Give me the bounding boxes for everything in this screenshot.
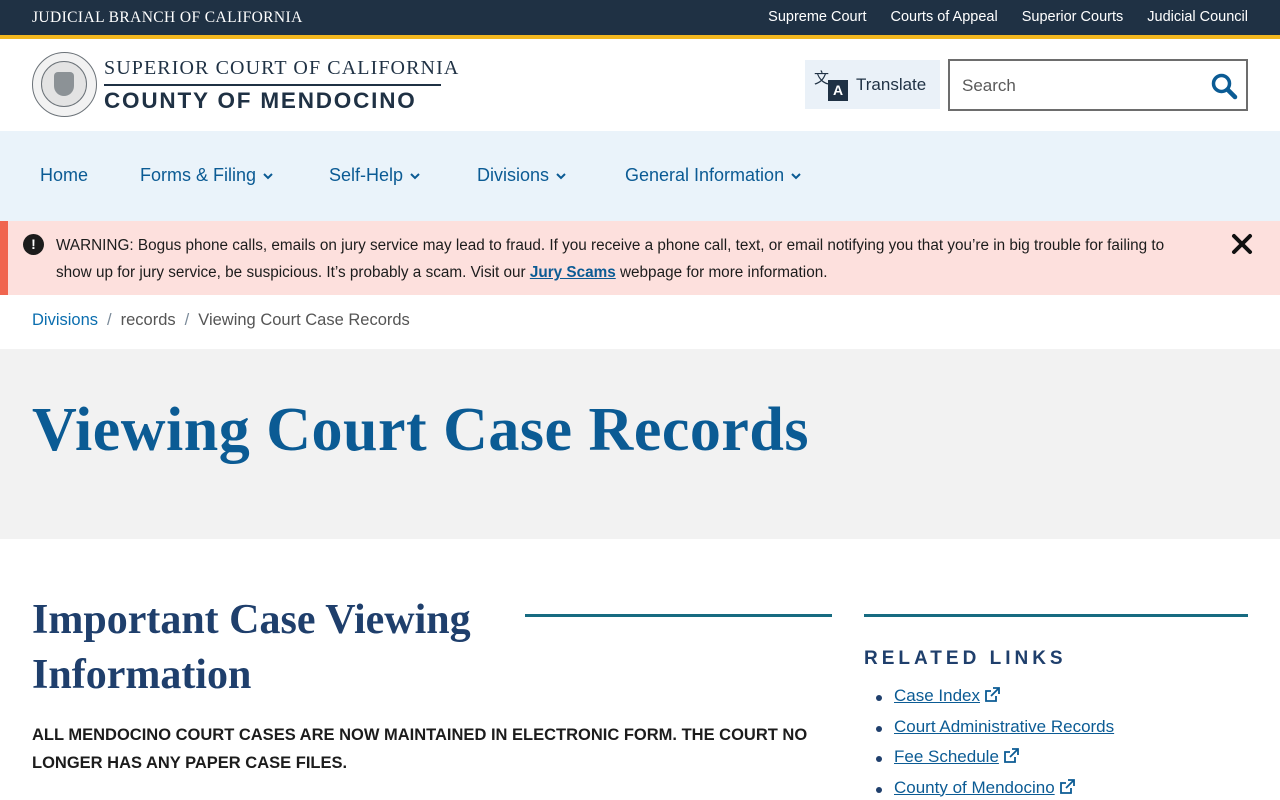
nav-item-home[interactable]: Home <box>40 165 88 186</box>
search-button[interactable] <box>1210 72 1238 100</box>
court-seal-logo[interactable] <box>32 52 97 117</box>
nav-item-general-information[interactable]: General Information <box>625 165 802 186</box>
external-link-icon <box>985 687 1000 702</box>
nav-item-self-help[interactable]: Self-Help <box>329 165 421 186</box>
list-item: Case Index <box>876 686 1114 717</box>
related-links-heading: RELATED LINKS <box>864 648 1067 669</box>
close-icon <box>1232 234 1252 254</box>
breadcrumb-separator: / <box>107 311 112 329</box>
list-item: County of Mendocino <box>876 778 1114 800</box>
chevron-down-icon <box>410 172 420 179</box>
main-nav: Home Forms & Filing Self-Help Divisions … <box>0 131 1280 221</box>
warning-alert: ! WARNING: Bogus phone calls, emails on … <box>0 221 1280 295</box>
chevron-down-icon <box>556 172 566 179</box>
translate-label: Translate <box>856 74 927 94</box>
section-title: Important Case Viewing Information <box>32 597 471 698</box>
seal-figure <box>54 72 74 96</box>
seal-inner-ring <box>41 61 87 107</box>
breadcrumb-current: Viewing Court Case Records <box>198 311 410 329</box>
search-box <box>948 59 1248 111</box>
toplink-supreme-court[interactable]: Supreme Court <box>768 9 866 25</box>
section-title-rule <box>525 614 832 617</box>
site-header: SUPERIOR COURT OF CALIFORNIA COUNTY OF M… <box>0 39 1280 131</box>
related-link-case-index[interactable]: Case Index <box>894 686 980 705</box>
page-title: Viewing Court Case Records <box>32 396 809 464</box>
nav-item-forms-filing[interactable]: Forms & Filing <box>140 165 274 186</box>
related-links-list: Case Index Court Administrative Records … <box>876 686 1114 800</box>
exclamation-icon: ! <box>23 234 44 255</box>
alert-accent-bar <box>0 221 8 295</box>
judicial-branch-title: JUDICIAL BRANCH OF CALIFORNIA <box>32 9 303 26</box>
external-link-icon <box>1059 778 1075 794</box>
translate-button[interactable]: 文 A Translate <box>805 60 940 109</box>
breadcrumb: Divisions / records / Viewing Court Case… <box>32 311 410 330</box>
court-name-divider <box>104 84 441 86</box>
nav-item-divisions[interactable]: Divisions <box>477 165 567 186</box>
toplink-courts-of-appeal[interactable]: Courts of Appeal <box>890 9 997 25</box>
court-name-line2[interactable]: COUNTY OF MENDOCINO <box>104 88 417 114</box>
jury-scams-link[interactable]: Jury Scams <box>530 264 616 281</box>
top-utility-bar: JUDICIAL BRANCH OF CALIFORNIA Supreme Co… <box>0 0 1280 35</box>
chevron-down-icon <box>791 172 801 179</box>
list-item: Court Administrative Records <box>876 717 1114 748</box>
breadcrumb-divisions[interactable]: Divisions <box>32 311 98 330</box>
translate-icon: 文 A <box>814 67 849 102</box>
court-name-line1[interactable]: SUPERIOR COURT OF CALIFORNIA <box>104 57 459 80</box>
external-link-icon <box>1004 748 1019 763</box>
page-hero: Viewing Court Case Records <box>0 349 1280 539</box>
alert-message: WARNING: Bogus phone calls, emails on ju… <box>56 237 1165 281</box>
breadcrumb-separator: / <box>184 311 190 329</box>
chevron-down-icon <box>263 172 273 179</box>
breadcrumb-records: records <box>120 311 176 329</box>
search-icon <box>1211 73 1238 100</box>
toplink-judicial-council[interactable]: Judicial Council <box>1147 9 1248 25</box>
related-link-court-administrative-records[interactable]: Court Administrative Records <box>894 717 1114 736</box>
related-link-fee-schedule[interactable]: Fee Schedule <box>894 747 999 766</box>
search-input[interactable] <box>962 73 1202 99</box>
related-link-county-of-mendocino[interactable]: County of Mendocino <box>894 778 1055 797</box>
sidebar-rule <box>864 614 1248 617</box>
alert-close-button[interactable] <box>1230 232 1254 256</box>
top-links: Supreme Court Courts of Appeal Superior … <box>768 9 1248 25</box>
electronic-records-notice: ALL MENDOCINO COURT CASES ARE NOW MAINTA… <box>32 726 808 772</box>
list-item: Fee Schedule <box>876 747 1114 778</box>
toplink-superior-courts[interactable]: Superior Courts <box>1022 9 1124 25</box>
